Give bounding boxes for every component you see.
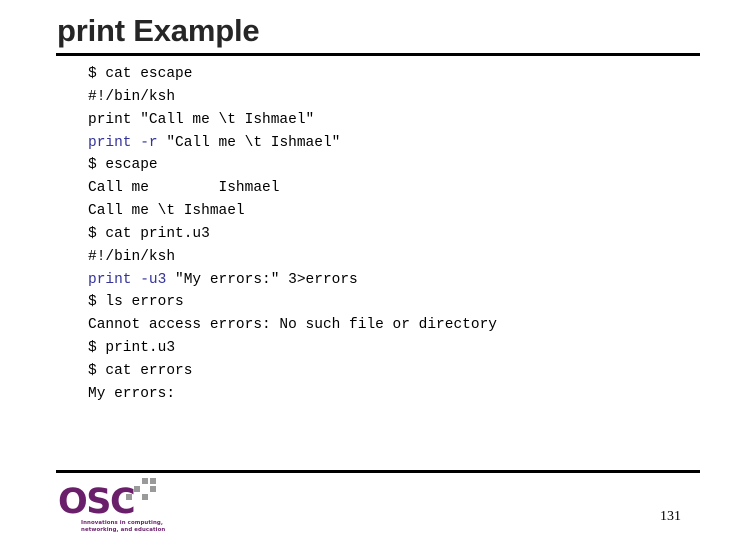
code-text: "My errors:" 3>errors [166, 271, 358, 288]
page-title: print Example [57, 13, 260, 48]
code-line: $ cat errors [88, 360, 497, 383]
code-text: $ ls errors [88, 294, 184, 311]
code-line: print -r "Call me \t Ishmael" [88, 132, 497, 155]
code-line: #!/bin/ksh [88, 246, 497, 269]
code-line: $ escape [88, 154, 497, 177]
code-line: $ ls errors [88, 291, 497, 314]
slide-root: { "slide": { "title": "print Example", "… [0, 0, 756, 540]
code-text: $ print.u3 [88, 340, 176, 357]
page-number: 131 [660, 509, 681, 524]
osc-wordmark-text: OSC [58, 482, 136, 522]
code-text: $ escape [88, 157, 158, 174]
code-line: $ print.u3 [88, 337, 497, 360]
code-text: #!/bin/ksh [88, 248, 176, 265]
osc-tagline-text: Innovations in computing, networking, an… [81, 520, 166, 533]
code-text: $ cat escape [88, 66, 193, 82]
code-text: #!/bin/ksh [88, 88, 176, 105]
code-text: Call me Ishmael [88, 180, 280, 197]
code-line: Cannot access errors: No such file or di… [88, 314, 497, 337]
code-text: My errors: [88, 385, 176, 402]
code-line: print -u3 "My errors:" 3>errors [88, 269, 497, 292]
footer-divider [56, 470, 700, 473]
code-line: #!/bin/ksh [88, 86, 497, 109]
osc-logo: OSC Innovations in computing, networking… [58, 478, 178, 534]
code-text: $ cat print.u3 [88, 225, 210, 242]
code-text: Cannot access errors: No such file or di… [88, 317, 497, 334]
code-text: Call me \t Ishmael [88, 203, 245, 220]
code-block: $ cat escape #!/bin/ksh print "Call me \t … [88, 63, 497, 406]
code-keyword: print -u3 [88, 271, 167, 288]
title-divider [56, 53, 700, 56]
code-text: $ cat errors [88, 362, 193, 379]
osc-checker-pattern-icon [126, 478, 156, 502]
code-line: $ cat escape [88, 63, 497, 86]
code-line: print "Call me \t Ishmael" [88, 109, 497, 132]
code-text: "Call me \t Ishmael" [157, 134, 341, 151]
code-text: print "Call me \t Ishmael" [88, 111, 315, 128]
code-line: $ cat print.u3 [88, 223, 497, 246]
code-keyword: print -r [88, 134, 158, 151]
code-line: Call me \t Ishmael [88, 200, 497, 223]
code-line: Call me Ishmael [88, 177, 497, 200]
code-line: My errors: [88, 383, 497, 406]
